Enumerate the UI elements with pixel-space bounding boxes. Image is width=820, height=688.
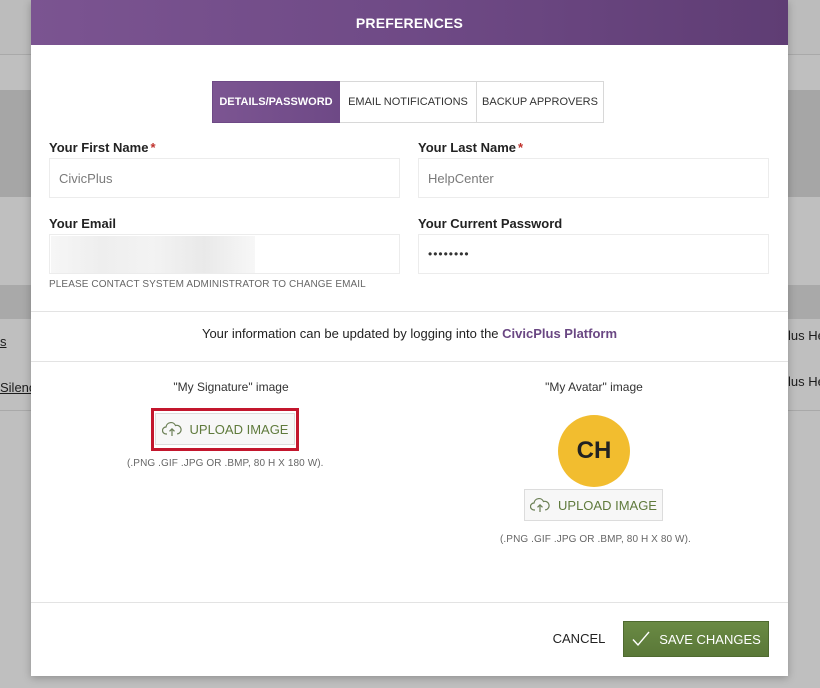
info-message: Your information can be updated by loggi…: [31, 326, 788, 341]
bg-link: s: [0, 334, 7, 349]
tab-email-notifications[interactable]: EMAIL NOTIFICATIONS: [340, 81, 477, 123]
info-text: Your information can be updated by loggi…: [201, 326, 503, 341]
avatar: CH: [558, 415, 630, 487]
last-name-label: Your Last Name *: [418, 140, 524, 155]
password-value: ••••••••: [428, 247, 470, 261]
preferences-modal: PREFERENCES DETAILS/PASSWORD EMAIL NOTIF…: [31, 0, 788, 676]
section-divider: [31, 361, 788, 362]
cancel-button[interactable]: CANCEL: [549, 622, 609, 654]
current-password-field[interactable]: ••••••••: [418, 234, 769, 274]
last-name-value: HelpCenter: [428, 170, 494, 186]
checkmark-icon: [631, 630, 651, 648]
save-changes-button[interactable]: SAVE CHANGES: [623, 621, 769, 657]
first-name-label: Your First Name *: [49, 140, 156, 155]
last-name-field[interactable]: HelpCenter: [418, 158, 769, 198]
modal-title: PREFERENCES: [355, 14, 464, 31]
signature-caption: "My Signature" image: [173, 380, 289, 394]
bg-cell-text: lus He: [788, 328, 820, 343]
upload-avatar-label: UPLOAD IMAGE: [558, 497, 657, 513]
save-changes-label: SAVE CHANGES: [659, 631, 761, 647]
avatar-caption: "My Avatar" image: [545, 380, 643, 394]
required-marker: *: [150, 140, 156, 155]
first-name-field[interactable]: CivicPlus: [49, 158, 400, 198]
modal-header: PREFERENCES: [31, 0, 788, 45]
section-divider: [31, 311, 788, 312]
preferences-tabs: DETAILS/PASSWORD EMAIL NOTIFICATIONS BAC…: [212, 81, 604, 123]
signature-format-hint: (.PNG .GIF .JPG OR .BMP, 80 H X 180 W).: [127, 458, 324, 469]
tab-backup-approvers[interactable]: BACKUP APPROVERS: [477, 81, 604, 123]
required-marker: *: [518, 140, 524, 155]
footer-divider: [31, 602, 788, 603]
civicplus-platform-link[interactable]: CivicPlus Platform: [502, 326, 617, 341]
email-field[interactable]: [49, 234, 400, 274]
bg-cell-text: lus He: [788, 374, 820, 389]
email-label: Your Email: [49, 216, 116, 231]
password-label: Your Current Password: [418, 216, 563, 231]
cloud-upload-icon: [530, 497, 550, 513]
redacted-email-value: [51, 236, 255, 273]
first-name-value: CivicPlus: [59, 170, 113, 186]
upload-avatar-button[interactable]: UPLOAD IMAGE: [524, 489, 663, 521]
avatar-format-hint: (.PNG .GIF .JPG OR .BMP, 80 H X 80 W).: [500, 534, 691, 545]
highlight-box: [151, 408, 299, 451]
email-helper-text: PLEASE CONTACT SYSTEM ADMINISTRATOR TO C…: [49, 279, 366, 290]
tab-details-password[interactable]: DETAILS/PASSWORD: [212, 81, 340, 123]
